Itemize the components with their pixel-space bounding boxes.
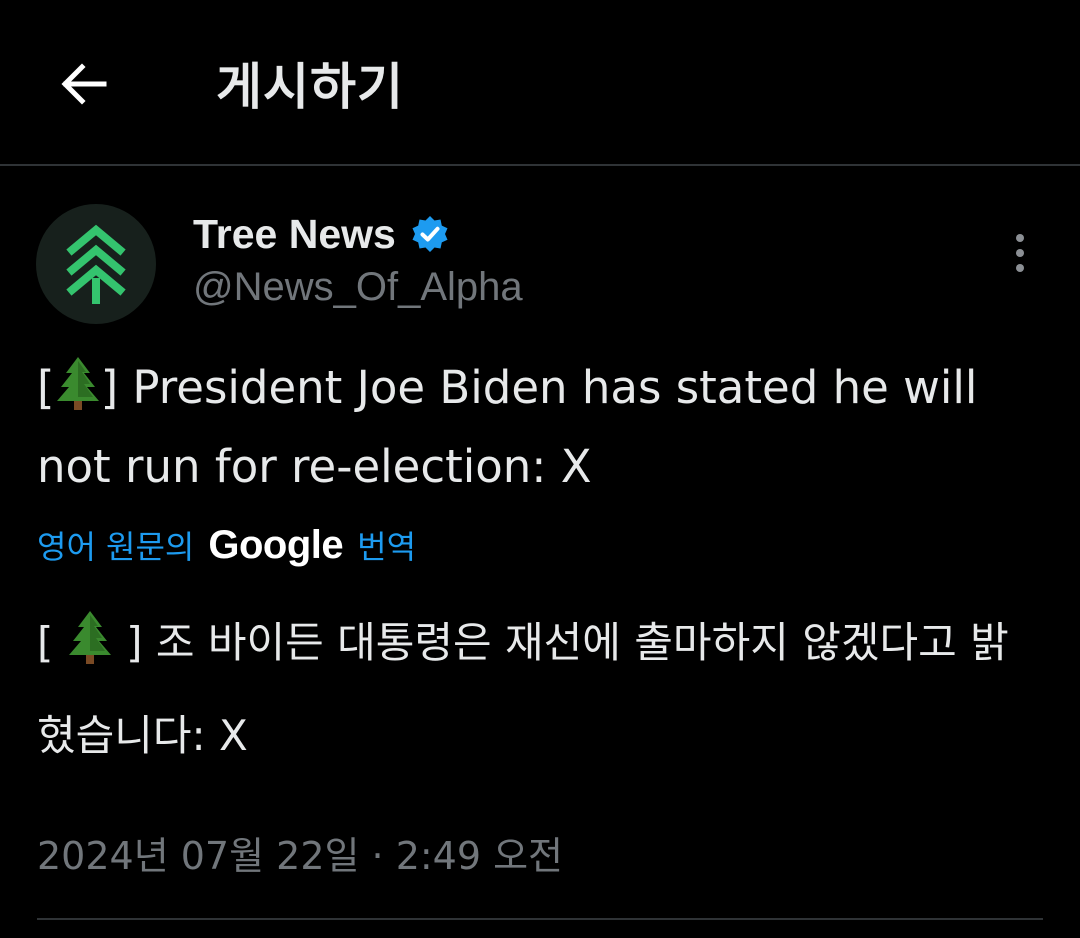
tree-logo-icon (66, 224, 126, 304)
post-text-bracket: [ (37, 361, 55, 414)
post-text-body: ] President Joe Biden has stated he will… (37, 361, 978, 493)
more-dot-icon (1016, 249, 1024, 257)
verified-badge-icon (410, 214, 450, 254)
divider (37, 918, 1043, 920)
more-dot-icon (1016, 264, 1024, 272)
author-handle[interactable]: @News_Of_Alpha (193, 262, 523, 312)
post-timestamp[interactable]: 2024년 07월 22일 · 2:49 오전 (37, 828, 563, 884)
top-app-bar: 게시하기 (0, 0, 1080, 166)
translate-prefix: 영어 원문의 (37, 528, 195, 566)
more-dot-icon (1016, 234, 1024, 242)
post-text: [🌲] President Joe Biden has stated he wi… (37, 352, 1047, 502)
tree-emoji-icon: 🌲 (67, 608, 113, 693)
back-button[interactable] (44, 44, 124, 124)
avatar[interactable] (36, 204, 156, 324)
tree-emoji-icon: 🌲 (55, 355, 101, 431)
translate-link[interactable]: 영어 원문의 Google 번역 (37, 520, 416, 570)
translated-text: [ 🌲 ] 조 바이든 대통령은 재선에 출마하지 않겠다고 밝혔습니다: X (37, 600, 1047, 778)
translated-body: ] 조 바이든 대통령은 재선에 출마하지 않겠다고 밝혔습니다: X (37, 618, 1009, 760)
author-name[interactable]: Tree News (193, 211, 396, 258)
translate-suffix: 번역 (357, 528, 417, 566)
google-logo: Google (208, 522, 344, 567)
page-title: 게시하기 (216, 58, 404, 116)
arrow-left-icon (61, 63, 107, 105)
more-options-button[interactable] (996, 226, 1044, 280)
translated-bracket: [ (37, 618, 54, 667)
author-row: Tree News (193, 208, 450, 260)
